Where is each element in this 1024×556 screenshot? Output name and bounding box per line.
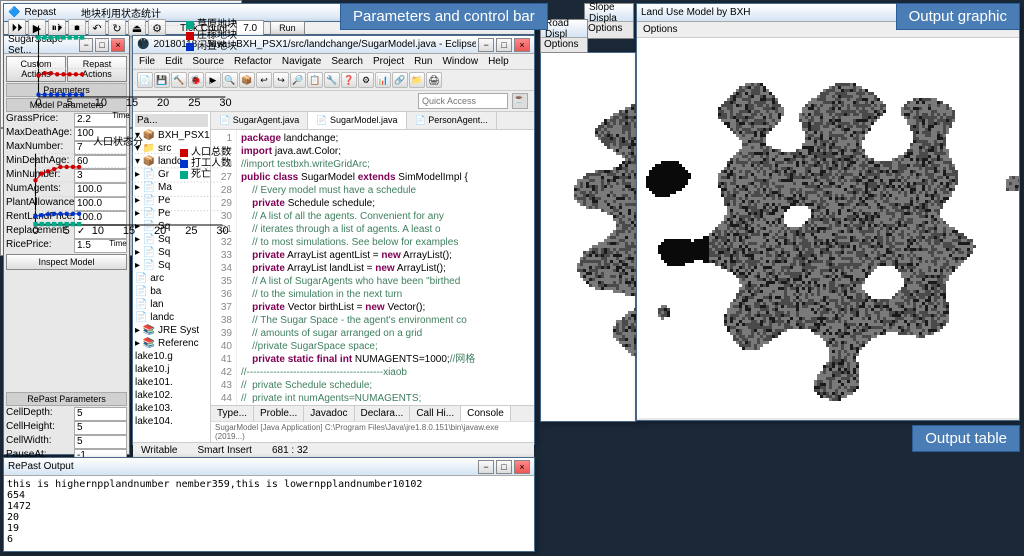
perspective-java-icon[interactable]: ☕: [512, 93, 528, 109]
editor-tabs: 📄 SugarAgent.java📄 SugarModel.java📄 Pers…: [211, 112, 534, 130]
bottom-tab[interactable]: Console: [461, 406, 511, 421]
toolbar-btn-8[interactable]: ↪: [273, 72, 289, 88]
max-btn[interactable]: □: [496, 460, 512, 474]
tree-node[interactable]: ▸ 📚 JRE Syst: [135, 324, 208, 337]
bottom-tab[interactable]: Declara...: [355, 406, 411, 421]
param-row: CellHeight:5: [6, 421, 127, 435]
toolbar-btn-15[interactable]: 🔗: [392, 72, 408, 88]
tree-node[interactable]: 📄 arc: [135, 272, 208, 285]
status-pos: 681 : 32: [272, 445, 308, 456]
repast-output-window: RePast Output −□× this is highernpplandn…: [3, 457, 535, 552]
bottom-tab[interactable]: Type...: [211, 406, 254, 421]
annot-graphic: Output graphic: [896, 3, 1020, 30]
toolbar-btn-17[interactable]: 🖨: [426, 72, 442, 88]
tree-node[interactable]: ▸ 📄 Sq: [135, 259, 208, 272]
toolbar-btn-16[interactable]: 📁: [409, 72, 425, 88]
status-insert: Smart Insert: [198, 445, 252, 456]
param-label: CellDepth:: [6, 407, 74, 421]
param-value[interactable]: 5: [74, 407, 127, 421]
toolbar-btn-6[interactable]: 📦: [239, 72, 255, 88]
console-titlebar[interactable]: RePast Output −□×: [4, 458, 534, 476]
chart-population: 人口状态分 051015202530 人口总数打工人数死亡 Time: [0, 128, 236, 256]
toolbar-btn-7[interactable]: ↩: [256, 72, 272, 88]
status-mode: Writable: [141, 445, 178, 456]
toolbar-btn-10[interactable]: 📋: [307, 72, 323, 88]
menu-help[interactable]: Help: [488, 56, 509, 67]
param-row: CellDepth:5: [6, 407, 127, 421]
annot-param: Parameters and control bar: [340, 3, 548, 30]
peek-slope-window: Slope Displa Options: [584, 3, 634, 39]
annot-table: Output table: [912, 425, 1020, 452]
chart2-legend: 人口总数打工人数死亡: [180, 147, 231, 180]
param-label: CellWidth:: [6, 435, 74, 449]
close-btn[interactable]: ×: [514, 460, 530, 474]
tree-node[interactable]: lake10.j: [135, 363, 208, 376]
editor-tab[interactable]: 📄 SugarModel.java: [308, 112, 406, 129]
console-proc: SugarModel [Java Application] C:\Program…: [211, 421, 534, 442]
menu-run[interactable]: Run: [414, 56, 432, 67]
tree-node[interactable]: lake101.: [135, 376, 208, 389]
tree-node[interactable]: 📄 lan: [135, 298, 208, 311]
chart-land-use: 地块利用状态统计 051015202530 草原地块庄稼地块闲置地块 Time: [0, 0, 242, 128]
map-left-extension: [540, 52, 636, 422]
run-btn[interactable]: Run: [270, 21, 305, 35]
bottom-tab[interactable]: Javadoc: [304, 406, 354, 421]
quick-access-input[interactable]: [418, 93, 508, 109]
editor-area: 📄 SugarAgent.java📄 SugarModel.java📄 Pers…: [211, 112, 534, 442]
tree-node[interactable]: lake102.: [135, 389, 208, 402]
editor-tab[interactable]: 📄 PersonAgent...: [407, 112, 497, 129]
chart2-title: 人口状态分: [5, 133, 231, 148]
peek-opts[interactable]: Options: [585, 22, 633, 35]
param-row: CellWidth:5: [6, 435, 127, 449]
repast-params-header: RePast Parameters: [6, 392, 127, 406]
console-body[interactable]: this is highernpplandnumber nember359,th…: [4, 476, 534, 551]
chart1-legend: 草原地块庄稼地块闲置地块: [186, 19, 237, 52]
map-ext-svg: [541, 53, 637, 423]
min-btn[interactable]: −: [478, 460, 494, 474]
console-title: RePast Output: [8, 461, 74, 472]
toolbar-btn-9[interactable]: 🔎: [290, 72, 306, 88]
param-label: CellHeight:: [6, 421, 74, 435]
bottom-tab[interactable]: Proble...: [254, 406, 304, 421]
chart1-xlabel: Time: [5, 111, 237, 120]
tree-node[interactable]: lake10.g: [135, 350, 208, 363]
chart1-title: 地块利用状态统计: [5, 5, 237, 20]
min-btn[interactable]: −: [478, 38, 494, 52]
menu-project[interactable]: Project: [373, 56, 404, 67]
toolbar-btn-11[interactable]: 🔧: [324, 72, 340, 88]
tree-node[interactable]: 📄 ba: [135, 285, 208, 298]
toolbar-btn-13[interactable]: ⚙: [358, 72, 374, 88]
inspect-model-btn[interactable]: Inspect Model: [6, 254, 127, 270]
menu-search[interactable]: Search: [331, 56, 363, 67]
max-btn[interactable]: □: [496, 38, 512, 52]
peek-title: Road Displ: [545, 18, 583, 40]
close-btn[interactable]: ×: [514, 38, 530, 52]
graphic-title: Land Use Model by BXH: [641, 7, 751, 18]
land-map-svg: [637, 38, 1019, 418]
tree-node[interactable]: lake104.: [135, 415, 208, 428]
bottom-tab[interactable]: Call Hi...: [410, 406, 461, 421]
peek-opts[interactable]: Options: [541, 38, 587, 51]
param-value[interactable]: 5: [74, 435, 127, 449]
param-value[interactable]: 5: [74, 421, 127, 435]
toolbar-btn-12[interactable]: ❓: [341, 72, 357, 88]
menu-window[interactable]: Window: [442, 56, 478, 67]
menu-navigate[interactable]: Navigate: [282, 56, 321, 67]
eclipse-statusbar: Writable Smart Insert 681 : 32: [133, 442, 534, 458]
code-content[interactable]: package landchange;import java.awt.Color…: [237, 130, 479, 405]
tree-node[interactable]: lake103.: [135, 402, 208, 415]
code-editor[interactable]: 1232728293031323334353637383940414243444…: [211, 130, 534, 405]
bottom-tabs: Type...Proble...JavadocDeclara...Call Hi…: [211, 405, 534, 421]
land-use-window: Land Use Model by BXH −□× Options: [636, 3, 1020, 421]
peek-title: Slope Displa: [589, 2, 629, 24]
chart2-xlabel: Time: [5, 239, 231, 248]
toolbar-btn-14[interactable]: 📊: [375, 72, 391, 88]
map-canvas[interactable]: [637, 38, 1019, 418]
tree-node[interactable]: ▸ 📚 Referenc: [135, 337, 208, 350]
tree-node[interactable]: 📄 landc: [135, 311, 208, 324]
